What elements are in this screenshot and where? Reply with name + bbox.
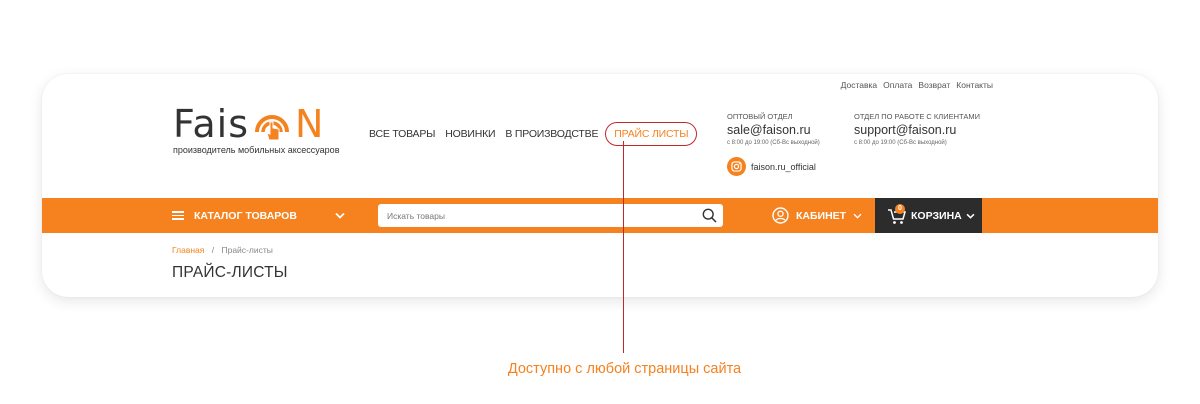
- nav-new[interactable]: НОВИНКИ: [440, 128, 500, 140]
- chevron-down-icon: [853, 213, 862, 219]
- site-logo[interactable]: Fais N производитель мобильных аксессуар…: [173, 104, 339, 155]
- contact-support: ОТДЕЛ ПО РАБОТЕ С КЛИЕНТАМИ support@fais…: [854, 112, 980, 146]
- orange-toolbar: КАТАЛОГ ТОВАРОВ КАБИНЕТ 0 КОРЗИНА: [42, 198, 1158, 233]
- logo-wordmark: Fais N: [173, 104, 339, 144]
- user-icon: [772, 207, 789, 224]
- cart-label: КОРЗИНА: [911, 209, 962, 222]
- support-email[interactable]: support@faison.ru: [854, 123, 980, 137]
- top-link-contacts[interactable]: Контакты: [956, 80, 993, 90]
- chevron-down-icon: [966, 213, 975, 219]
- instagram-handle: faison.ru_official: [751, 161, 816, 172]
- logo-touch-icon: [255, 115, 290, 141]
- wholesale-email[interactable]: sale@faison.ru: [727, 123, 820, 137]
- logo-letter-n: N: [295, 102, 324, 146]
- instagram-icon: [727, 157, 746, 176]
- top-link-returns[interactable]: Возврат: [918, 80, 950, 90]
- annotation-line: [623, 141, 624, 353]
- top-link-payment[interactable]: Оплата: [883, 80, 912, 90]
- nav-price-lists[interactable]: ПРАЙС ЛИСТЫ: [605, 122, 698, 146]
- chevron-down-icon: [335, 212, 345, 219]
- catalog-button[interactable]: КАТАЛОГ ТОВАРОВ: [172, 198, 345, 233]
- nav-in-production[interactable]: В ПРОИЗВОДСТВЕ: [500, 128, 603, 140]
- page-title: ПРАЙС-ЛИСТЫ: [172, 264, 288, 281]
- nav-all-products[interactable]: ВСЕ ТОВАРЫ: [364, 128, 440, 140]
- search-icon[interactable]: [702, 208, 717, 223]
- screenshot-canvas: Доставка Оплата Возврат Контакты Fais N …: [0, 0, 1200, 404]
- cart-button[interactable]: 0 КОРЗИНА: [875, 198, 982, 233]
- wholesale-label: ОПТОВЫЙ ОТДЕЛ: [727, 112, 793, 121]
- cart-count-badge: 0: [895, 203, 905, 214]
- logo-tagline: производитель мобильных аксессуаров: [173, 145, 340, 155]
- breadcrumb-separator: /: [211, 245, 215, 255]
- wholesale-hours: с 8:00 до 19:00 (Сб-Вс выходной): [727, 140, 820, 146]
- menu-icon: [172, 211, 184, 220]
- search-input[interactable]: [378, 204, 678, 227]
- cart-icon: 0: [887, 203, 907, 225]
- site-header-card: Доставка Оплата Возврат Контакты Fais N …: [42, 74, 1158, 297]
- logo-text: Fais: [173, 102, 250, 146]
- search-box: [378, 204, 723, 227]
- instagram-link[interactable]: faison.ru_official: [727, 157, 816, 176]
- breadcrumb-current: Прайс-листы: [221, 245, 273, 255]
- catalog-label: КАТАЛОГ ТОВАРОВ: [194, 209, 297, 222]
- contact-wholesale: ОПТОВЫЙ ОТДЕЛ sale@faison.ru с 8:00 до 1…: [727, 112, 820, 146]
- cabinet-button[interactable]: КАБИНЕТ: [772, 198, 862, 233]
- top-links: Доставка Оплата Возврат Контакты: [841, 80, 993, 90]
- cabinet-label: КАБИНЕТ: [796, 209, 847, 222]
- support-hours: с 8:00 до 19:00 (Сб-Вс выходной): [854, 140, 947, 146]
- annotation-caption: Доступно с любой страницы сайта: [507, 361, 742, 377]
- main-nav: ВСЕ ТОВАРЫ НОВИНКИ В ПРОИЗВОДСТВЕ ПРАЙС …: [364, 122, 698, 146]
- breadcrumb: Главная / Прайс-листы: [172, 245, 273, 255]
- top-link-delivery[interactable]: Доставка: [841, 80, 878, 90]
- breadcrumb-home[interactable]: Главная: [172, 245, 204, 255]
- support-label: ОТДЕЛ ПО РАБОТЕ С КЛИЕНТАМИ: [854, 112, 980, 121]
